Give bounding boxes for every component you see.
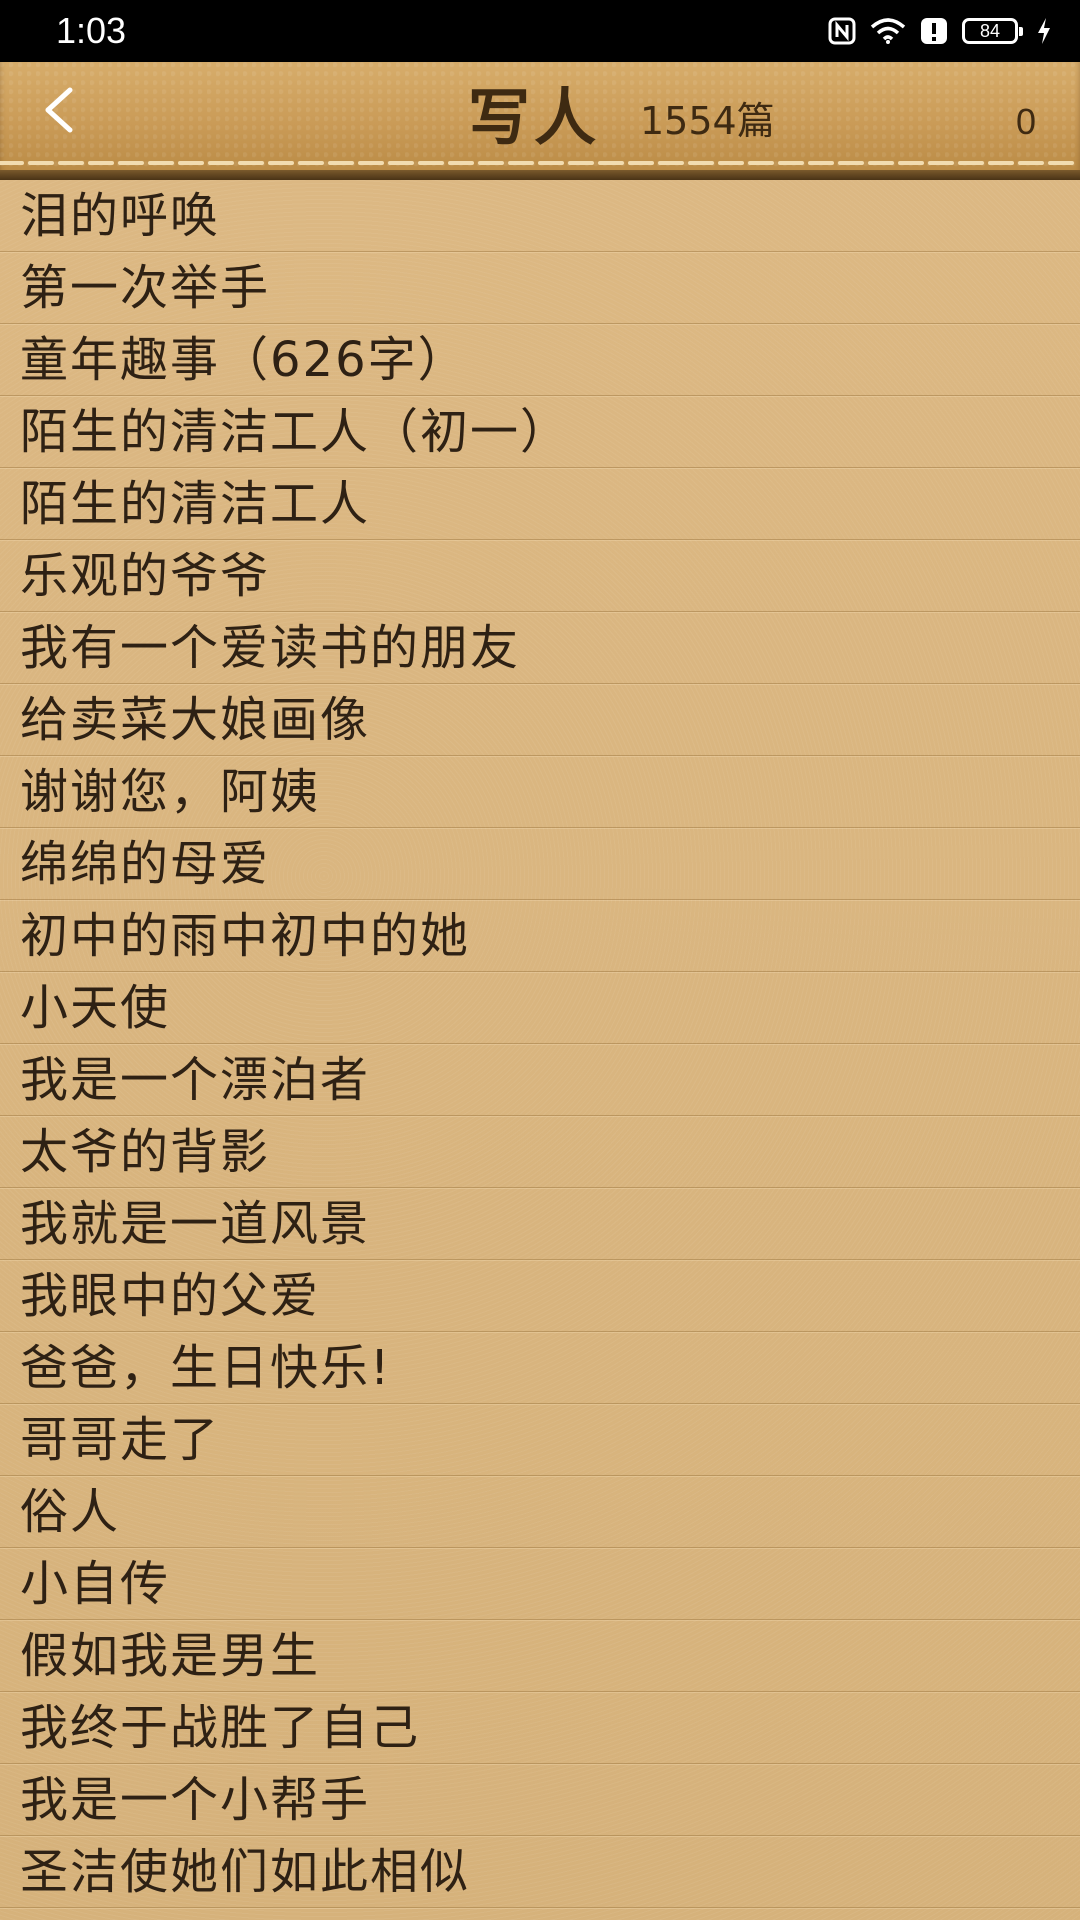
chevron-left-icon: [45, 87, 73, 133]
article-count: 1554篇: [640, 99, 775, 143]
list-item[interactable]: 太爷的背影: [0, 1116, 1080, 1188]
list-item[interactable]: 第一次举手: [0, 252, 1080, 324]
list-item[interactable]: 乐观的爷爷: [0, 540, 1080, 612]
back-button[interactable]: [30, 80, 90, 140]
list-item[interactable]: 陌生的清洁工人（初一）: [0, 396, 1080, 468]
list-item[interactable]: 俗人: [0, 1476, 1080, 1548]
battery-icon: 84: [962, 18, 1023, 44]
article-list: 泪的呼唤 第一次举手 童年趣事（626字） 陌生的清洁工人（初一） 陌生的清洁工人 乐观的…: [0, 180, 1080, 1920]
list-item[interactable]: 我是一个小帮手: [0, 1764, 1080, 1836]
page-title: 写人: [468, 81, 601, 154]
list-item[interactable]: 我终于战胜了自己: [0, 1692, 1080, 1764]
alert-icon: [920, 17, 948, 45]
list-item[interactable]: 圣洁使她们如此相似: [0, 1836, 1080, 1908]
list-item[interactable]: 谢谢您，阿姨: [0, 756, 1080, 828]
list-item[interactable]: 假如我是男生: [0, 1620, 1080, 1692]
list-item[interactable]: 泪的呼唤: [0, 180, 1080, 252]
list-item[interactable]: 我是一个漂泊者: [0, 1044, 1080, 1116]
list-item[interactable]: 我有一个爱读书的朋友: [0, 612, 1080, 684]
status-icons: 84: [828, 14, 1052, 48]
list-item[interactable]: 哥哥走了: [0, 1404, 1080, 1476]
header-bar: 写人 1554篇 0: [0, 62, 1080, 180]
status-bar: 1:03 84: [0, 0, 1080, 62]
list-item[interactable]: 初中的雨中初中的她: [0, 900, 1080, 972]
list-item[interactable]: 小自传: [0, 1548, 1080, 1620]
charging-icon: [1036, 17, 1052, 45]
list-item[interactable]: 我眼中的父爱: [0, 1260, 1080, 1332]
stitch-decoration: [0, 161, 1080, 165]
list-item[interactable]: 小天使: [0, 972, 1080, 1044]
list-item[interactable]: 童年趣事（626字）: [0, 324, 1080, 396]
list-item[interactable]: 陌生的清洁工人: [0, 468, 1080, 540]
wifi-icon: [870, 17, 906, 45]
header-counter[interactable]: 0: [1016, 100, 1036, 144]
list-item[interactable]: 我就是一道风景: [0, 1188, 1080, 1260]
header-border: [0, 170, 1080, 180]
list-item[interactable]: 绵绵的母爱: [0, 828, 1080, 900]
list-item[interactable]: 给卖菜大娘画像: [0, 684, 1080, 756]
nfc-icon: [828, 17, 856, 45]
list-item[interactable]: 爸爸，生日快乐!: [0, 1332, 1080, 1404]
status-time: 1:03: [56, 10, 127, 51]
